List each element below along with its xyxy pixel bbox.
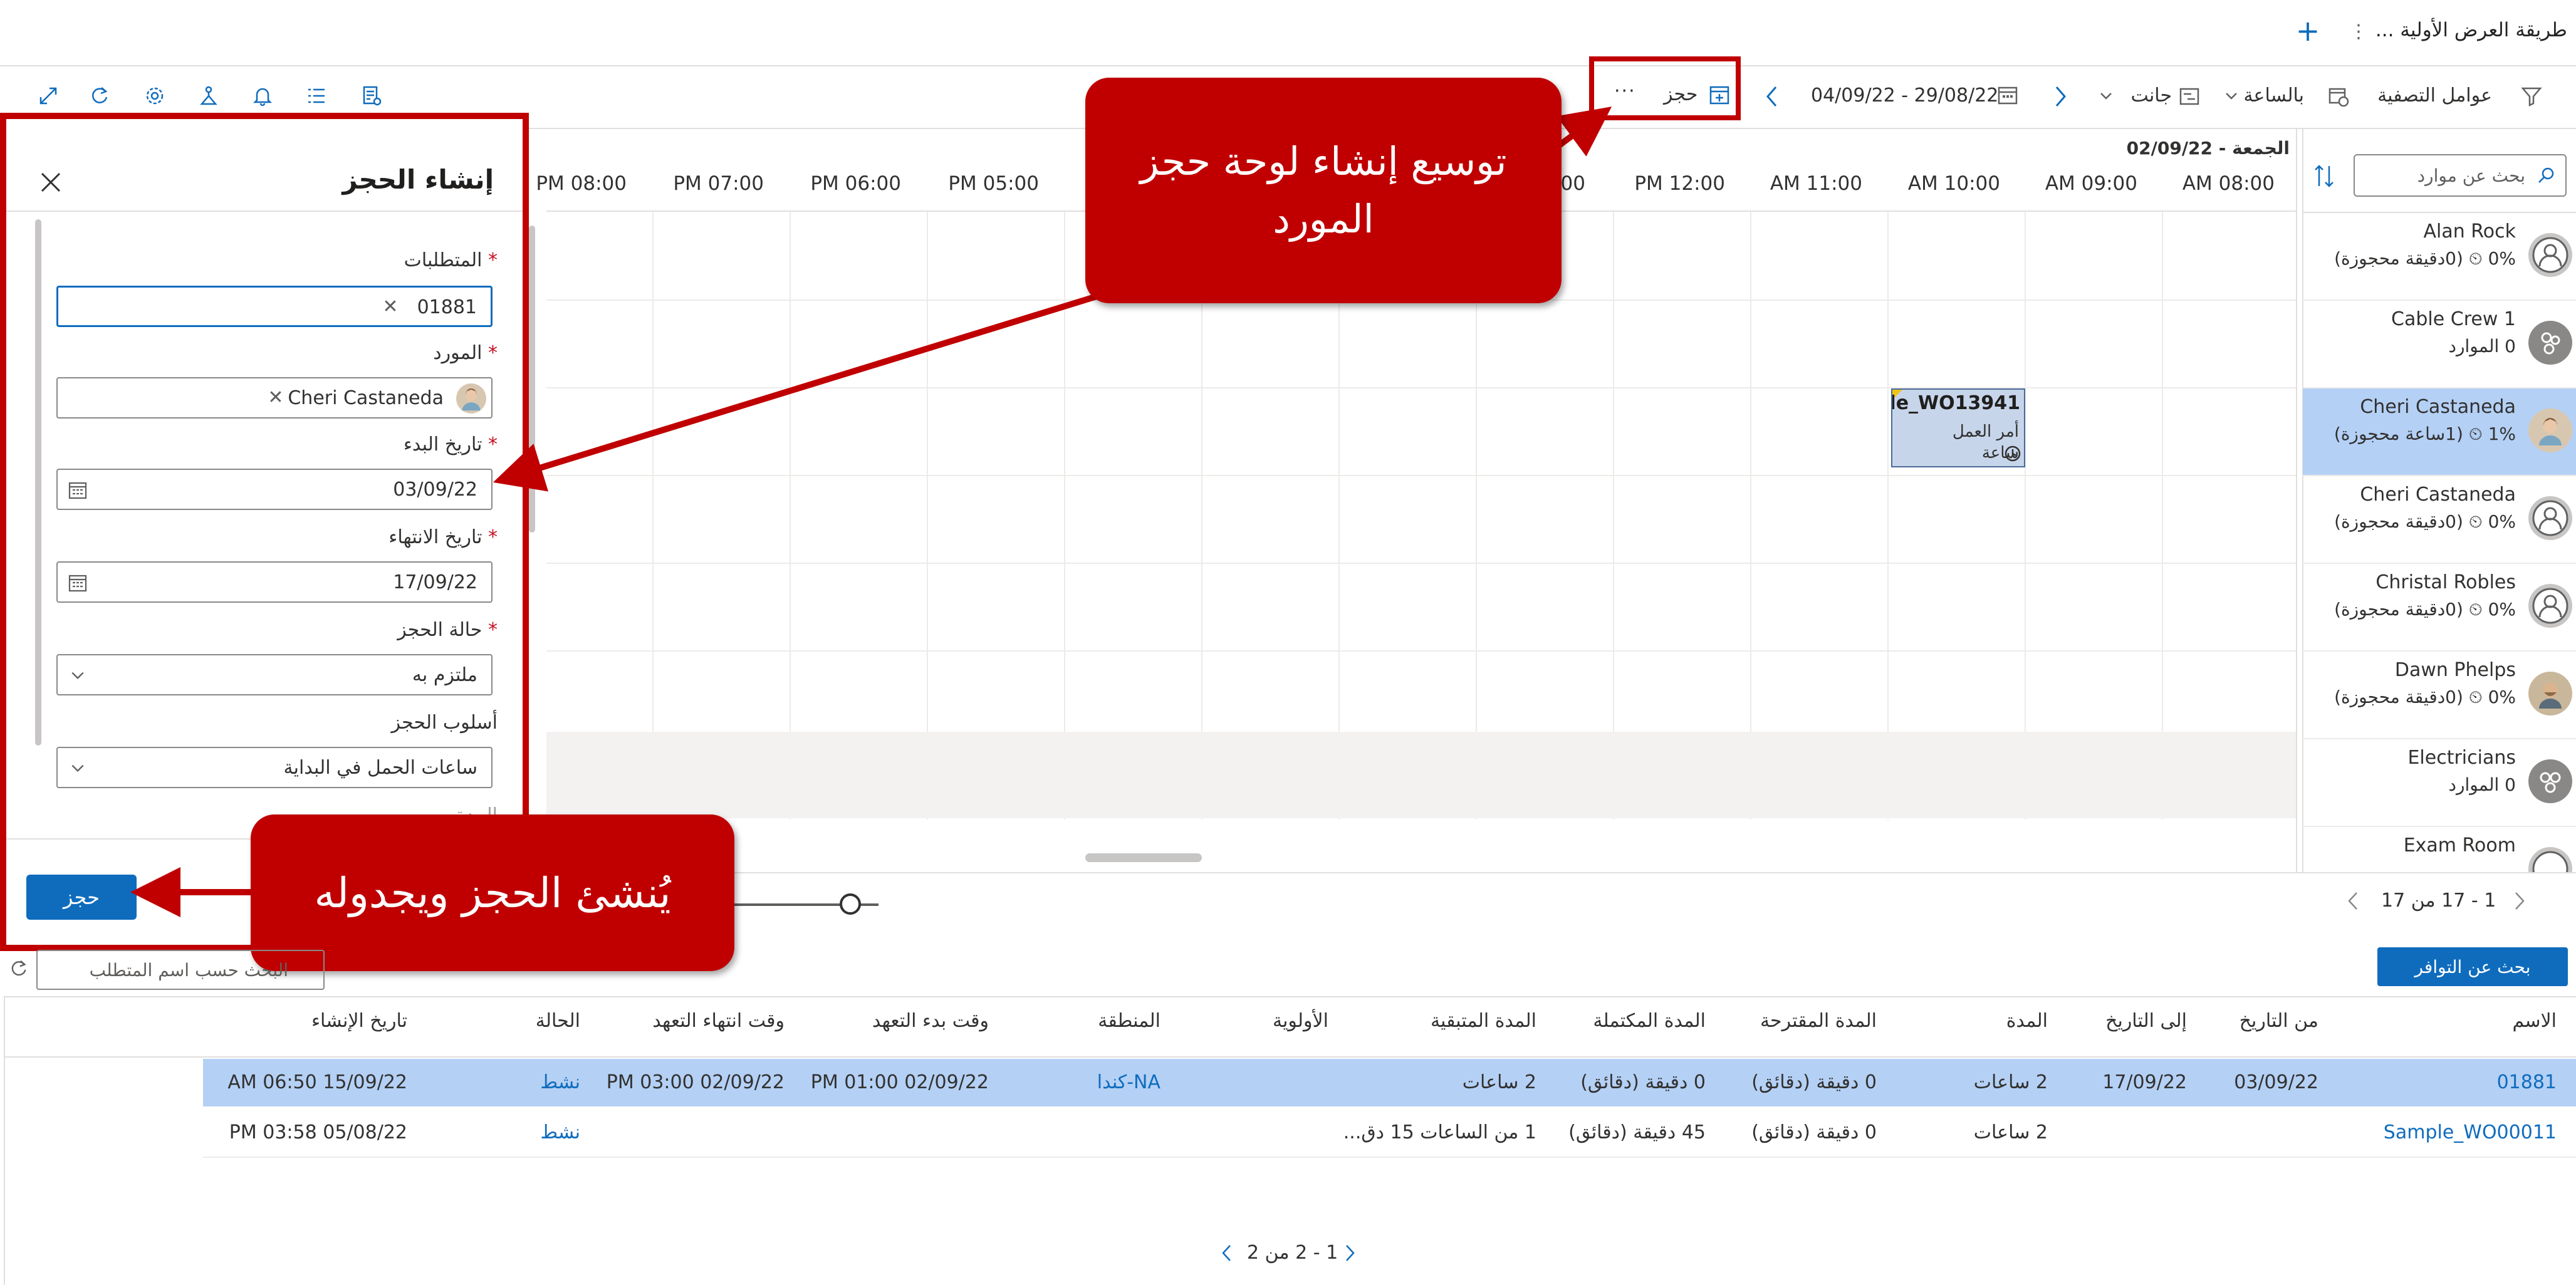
grid-cell: 2 ساعات [1973,1071,2048,1093]
callout-expand-panel: توسيع إنشاء لوحة حجز المورد [1085,78,1562,303]
requirement-name-link[interactable]: 01881 [2497,1071,2557,1093]
grid-cell: 45 دقيقة (دقائق) [1568,1121,1706,1143]
refresh-icon[interactable] [6,956,31,981]
column-header[interactable]: الاسم [2512,1010,2557,1032]
callout-create-booking: يُنشئ الحجز ويجدوله [251,814,734,971]
grid-cell: 03/09/22 [2234,1071,2318,1093]
find-availability-label: بحث عن التوافر [2414,956,2531,977]
grid-cell: PM 03:00 02/09/22 [606,1071,785,1093]
chevron-right-icon[interactable] [1341,1241,1360,1266]
column-header[interactable]: الحالة [536,1010,580,1032]
column-header[interactable]: الأولوية [1273,1010,1328,1032]
column-header[interactable]: إلى التاريخ [2105,1010,2187,1032]
grid-cell: 2 ساعات [1973,1121,2048,1143]
grid-cell: 1 من الساعات 15 دق... [1343,1121,1536,1143]
chevron-left-icon[interactable] [1217,1241,1236,1266]
column-header[interactable]: تاريخ الإنشاء [311,1010,407,1032]
column-header[interactable]: المدة المتبقية [1431,1010,1536,1032]
grid-cell: PM 01:00 02/09/22 [810,1071,989,1093]
grid-cell: 17/09/22 [2102,1071,2187,1093]
requirement-name-link[interactable]: Sample_WO00011 [2384,1121,2557,1143]
grid-cell: AM 06:50 15/09/22 [227,1071,407,1093]
grid-cell: 2 ساعات [1462,1071,1536,1093]
column-header[interactable]: المدة المكتملة [1593,1010,1706,1032]
column-header[interactable]: المنطقة [1098,1010,1160,1032]
grid-cell[interactable]: نشط [540,1071,580,1093]
column-header[interactable]: المدة [2006,1010,2048,1032]
find-availability-button[interactable]: بحث عن التوافر [2377,947,2568,986]
column-header[interactable]: المدة المقترحة [1760,1010,1877,1032]
arrow-to-form [493,291,1104,492]
grid-cell[interactable]: NA-كندا [1097,1071,1160,1093]
grid-cell: 0 دقيقة (دقائق) [1580,1071,1706,1093]
grid-cell: PM 03:58 05/08/22 [229,1121,407,1143]
column-header[interactable]: وقت بدء التعهد [872,1010,989,1032]
column-header[interactable]: وقت انتهاء التعهد [652,1010,785,1032]
grid-cell[interactable]: نشط [540,1121,580,1143]
requirement-search[interactable]: البحث حسب اسم المتطلب [36,950,325,990]
grid-cell: 0 دقيقة (دقائق) [1751,1071,1877,1093]
grid-cell: 0 دقيقة (دقائق) [1751,1121,1877,1143]
requirement-search-placeholder: البحث حسب اسم المتطلب [89,960,288,981]
grid-pager: 1 - 2 من 2 [1247,1242,1338,1264]
column-header[interactable]: من التاريخ [2240,1010,2318,1032]
